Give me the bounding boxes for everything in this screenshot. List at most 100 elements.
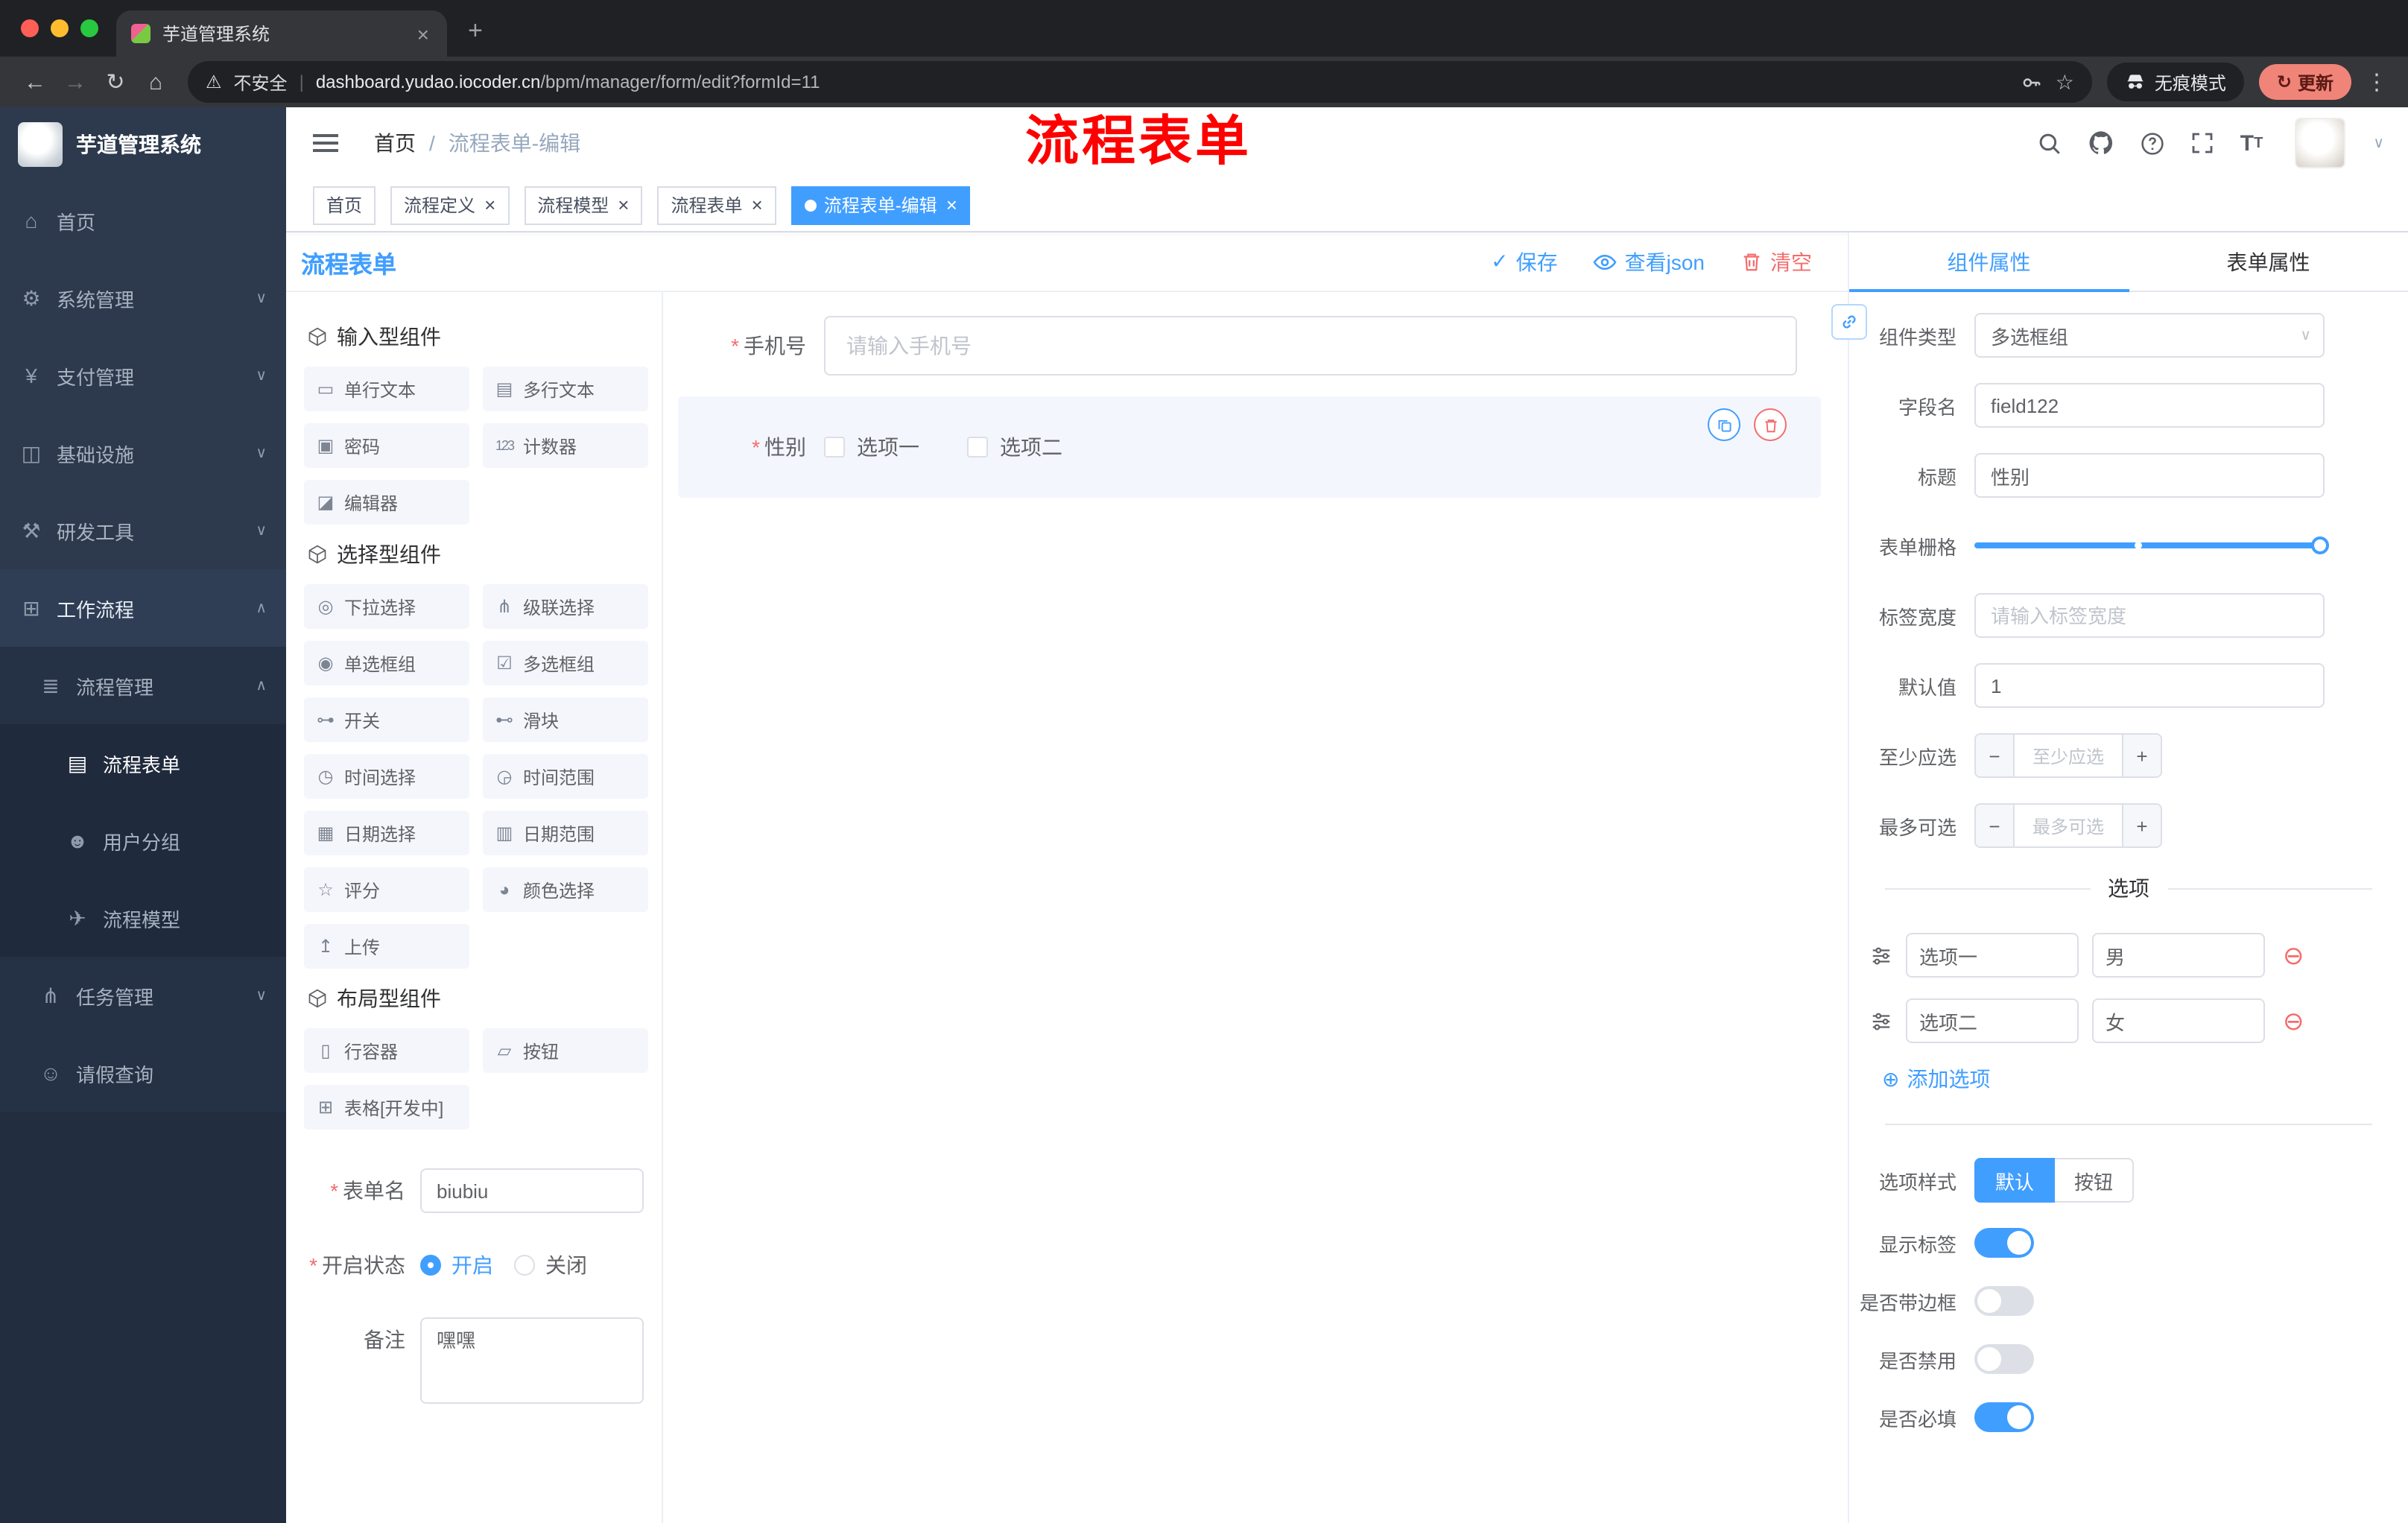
chip-select[interactable]: ◎ 下拉选择: [304, 584, 469, 629]
bookmark-star-icon[interactable]: ☆: [2056, 69, 2074, 95]
delete-widget-button[interactable]: [1754, 408, 1787, 441]
decrease-icon[interactable]: −: [1976, 735, 2015, 776]
sidebar-item-leave-query[interactable]: ☺ 请假查询: [0, 1034, 286, 1112]
help-icon[interactable]: [2141, 130, 2166, 156]
option-label-input[interactable]: [1906, 933, 2079, 978]
user-avatar[interactable]: [2294, 118, 2345, 168]
field-name-input[interactable]: [1974, 383, 2325, 428]
close-icon[interactable]: ×: [484, 194, 495, 216]
gender-widget-selected[interactable]: * 性别 选项一 选项二: [678, 396, 1821, 498]
status-off-radio[interactable]: 关闭: [514, 1243, 587, 1288]
increase-icon[interactable]: +: [2122, 805, 2161, 846]
chip-single-text[interactable]: ▭ 单行文本: [304, 367, 469, 411]
security-label[interactable]: 不安全: [234, 69, 288, 95]
tab-form-props[interactable]: 表单属性: [2129, 232, 2408, 291]
address-bar[interactable]: ⚠ 不安全 | dashboard.yudao.iocoder.cn/bpm/m…: [188, 61, 2092, 103]
style-default-button[interactable]: 默认: [1974, 1158, 2056, 1203]
chip-counter[interactable]: 123 计数器: [483, 423, 648, 468]
fullscreen-icon[interactable]: [2191, 131, 2215, 155]
search-icon[interactable]: [2038, 130, 2063, 156]
browser-tab[interactable]: 芋道管理系统 ×: [116, 10, 447, 57]
sidebar-item-process-form[interactable]: ▤ 流程表单: [0, 724, 286, 802]
option-label-input[interactable]: [1906, 998, 2079, 1043]
chip-rate[interactable]: ☆ 评分: [304, 867, 469, 912]
sidebar-item-process-mgmt[interactable]: ≣ 流程管理 ∧: [0, 647, 286, 724]
chip-table[interactable]: ⊞ 表格[开发中]: [304, 1085, 469, 1130]
default-value-input[interactable]: [1974, 663, 2325, 708]
chip-time-picker[interactable]: ◷ 时间选择: [304, 754, 469, 799]
chip-switch[interactable]: ⊶ 开关: [304, 697, 469, 742]
sidebar-item-task-mgmt[interactable]: ⋔ 任务管理 ∨: [0, 957, 286, 1034]
close-icon[interactable]: ×: [946, 194, 957, 216]
new-tab-button[interactable]: +: [468, 16, 483, 46]
checkbox-icon[interactable]: [967, 437, 988, 457]
tag-home[interactable]: 首页: [313, 186, 376, 224]
font-size-icon[interactable]: TT: [2240, 130, 2263, 156]
reload-icon[interactable]: ↻: [95, 69, 136, 95]
chip-button[interactable]: ▱ 按钮: [483, 1028, 648, 1073]
title-input[interactable]: [1974, 453, 2325, 498]
chip-upload[interactable]: ↥ 上传: [304, 924, 469, 969]
window-zoom-button[interactable]: [80, 19, 98, 37]
option-value-input[interactable]: [2092, 998, 2265, 1043]
chip-radio-group[interactable]: ◉ 单选框组: [304, 641, 469, 685]
chip-multi-text[interactable]: ▤ 多行文本: [483, 367, 648, 411]
home-icon[interactable]: ⌂: [136, 69, 176, 95]
github-icon[interactable]: [2088, 130, 2115, 156]
decrease-icon[interactable]: −: [1976, 805, 2015, 846]
sidebar-item-payment-mgmt[interactable]: ¥ 支付管理 ∨: [0, 337, 286, 414]
min-select-stepper[interactable]: − 至少应选 +: [1974, 733, 2162, 778]
chip-slider[interactable]: ⊷ 滑块: [483, 697, 648, 742]
border-toggle[interactable]: [1974, 1286, 2034, 1316]
close-icon[interactable]: ×: [618, 194, 629, 216]
link-icon[interactable]: [1831, 304, 1867, 340]
option-value-input[interactable]: [2092, 933, 2265, 978]
sidebar-item-system-mgmt[interactable]: ⚙ 系统管理 ∨: [0, 259, 286, 337]
style-button-button[interactable]: 按钮: [2055, 1158, 2135, 1203]
chip-color-picker[interactable]: ◕ 颜色选择: [483, 867, 648, 912]
tag-process-form-edit[interactable]: 流程表单-编辑 ×: [790, 186, 971, 224]
radio-icon[interactable]: [514, 1255, 535, 1276]
chip-editor[interactable]: ◪ 编辑器: [304, 480, 469, 525]
slider-track[interactable]: [1974, 536, 2329, 554]
slider-knob[interactable]: [2311, 536, 2329, 554]
sidebar-item-dev-tools[interactable]: ⚒ 研发工具 ∨: [0, 492, 286, 569]
radio-icon[interactable]: [420, 1255, 441, 1276]
chip-checkbox-group[interactable]: ☑ 多选框组: [483, 641, 648, 685]
drag-handle-icon[interactable]: [1870, 1010, 1892, 1032]
show-label-toggle[interactable]: [1974, 1228, 2034, 1258]
status-on-radio[interactable]: 开启: [420, 1243, 493, 1288]
form-canvas[interactable]: * 手机号 请输入手机号 * 性别 选项一 选项二: [663, 292, 1848, 1523]
component-type-select[interactable]: 多选框组 ∨: [1974, 313, 2325, 358]
tab-close-icon[interactable]: ×: [414, 22, 432, 45]
form-remark-textarea[interactable]: 嘿嘿: [420, 1317, 644, 1404]
sidebar-item-home[interactable]: ⌂ 首页: [0, 182, 286, 259]
close-icon[interactable]: ×: [752, 194, 763, 216]
increase-icon[interactable]: +: [2122, 735, 2161, 776]
forward-icon[interactable]: →: [55, 69, 95, 95]
sidebar-item-infrastructure[interactable]: ◫ 基础设施 ∨: [0, 414, 286, 492]
view-json-button[interactable]: 查看json: [1594, 247, 1705, 276]
chip-date-range[interactable]: ▥ 日期范围: [483, 811, 648, 855]
tab-component-props[interactable]: 组件属性: [1849, 232, 2129, 292]
tag-process-definition[interactable]: 流程定义 ×: [390, 186, 510, 224]
browser-menu-icon[interactable]: ⋮: [2360, 69, 2393, 95]
max-select-stepper[interactable]: − 最多可选 +: [1974, 803, 2162, 848]
sidebar-item-workflow[interactable]: ⊞ 工作流程 ∧: [0, 569, 286, 647]
add-option-button[interactable]: ⊕ 添加选项: [1882, 1064, 2408, 1094]
chip-date-picker[interactable]: ▦ 日期选择: [304, 811, 469, 855]
remove-option-icon[interactable]: ⊖: [2283, 943, 2304, 968]
remove-option-icon[interactable]: ⊖: [2283, 1008, 2304, 1033]
gender-option-2[interactable]: 选项二: [967, 432, 1062, 462]
window-minimize-button[interactable]: [51, 19, 69, 37]
phone-input[interactable]: [824, 316, 1797, 376]
copy-widget-button[interactable]: [1708, 408, 1740, 441]
gender-option-1[interactable]: 选项一: [824, 432, 919, 462]
tag-process-model[interactable]: 流程模型 ×: [524, 186, 643, 224]
url-text[interactable]: dashboard.yudao.iocoder.cn/bpm/manager/f…: [316, 72, 2009, 92]
form-name-input[interactable]: [420, 1168, 644, 1213]
password-key-icon[interactable]: [2021, 71, 2044, 93]
chip-time-range[interactable]: ◶ 时间范围: [483, 754, 648, 799]
form-grid-slider[interactable]: [1974, 523, 2329, 568]
sidebar-item-user-group[interactable]: ☻ 用户分组: [0, 802, 286, 879]
